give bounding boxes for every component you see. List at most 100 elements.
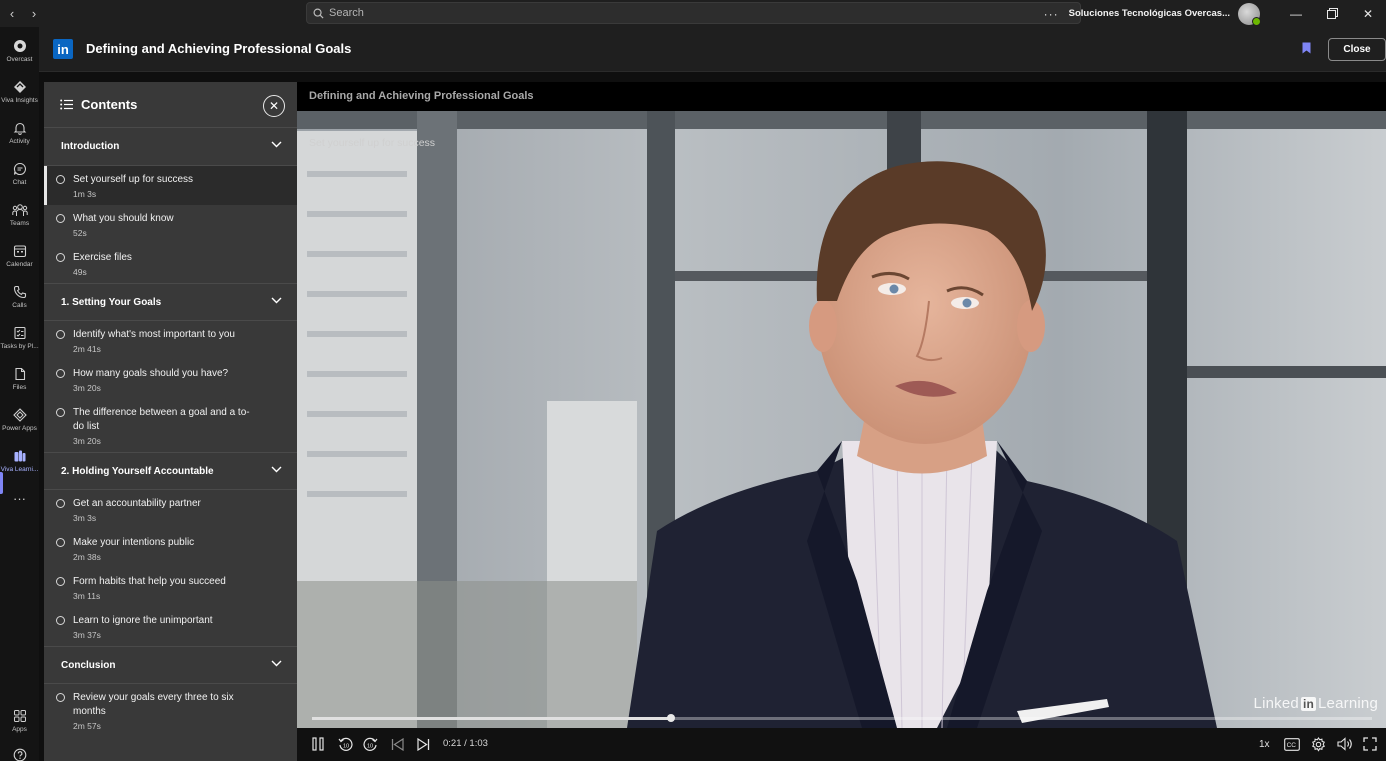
previous-icon[interactable]	[391, 736, 404, 752]
restore-icon[interactable]	[1314, 0, 1350, 27]
search-placeholder: Search	[329, 7, 364, 19]
rewind-10-icon[interactable]: 10	[338, 736, 353, 752]
rail-label: Viva Learni...	[0, 466, 39, 473]
item-title: Review your goals every three to six mon…	[73, 692, 234, 717]
list-item[interactable]: The difference between a goal and a to-d…	[44, 399, 297, 452]
item-title: Get an accountability partner	[73, 498, 201, 509]
page-title: Defining and Achieving Professional Goal…	[86, 41, 352, 56]
status-circle-icon	[56, 616, 65, 625]
rail-label: Calendar	[6, 261, 33, 268]
list-item[interactable]: Form habits that help you succeed 3m 11s	[44, 568, 297, 607]
playback-speed-button[interactable]: 1x	[1259, 736, 1270, 752]
section-header[interactable]: Introduction	[44, 128, 297, 166]
rail-item-activity[interactable]: Activity	[0, 120, 39, 145]
rail-label: Tasks by Pl...	[0, 343, 39, 350]
rail-item-apps[interactable]: Apps	[0, 708, 39, 733]
item-duration: 3m 20s	[73, 383, 101, 393]
svg-text:10: 10	[343, 743, 349, 749]
power-apps-icon	[12, 407, 28, 423]
rail-item-viva-insights[interactable]: Viva Insights	[0, 79, 39, 104]
chevron-down-icon	[271, 660, 282, 667]
forward-10-icon[interactable]: 10	[363, 736, 378, 752]
rail-item-tasks[interactable]: Tasks by Pl...	[0, 325, 39, 350]
watermark-text-learning: Learning	[1318, 695, 1378, 712]
rail-item-power-apps[interactable]: Power Apps	[0, 407, 39, 432]
volume-icon[interactable]	[1337, 736, 1353, 752]
history-nav: ‹ ›	[0, 6, 44, 21]
close-button[interactable]: Close	[1328, 38, 1386, 61]
avatar[interactable]	[1238, 2, 1261, 26]
item-title: Learn to ignore the unimportant	[73, 615, 213, 626]
fullscreen-icon[interactable]	[1363, 736, 1377, 752]
search-input[interactable]: Search	[306, 2, 1081, 24]
captions-icon[interactable]: CC	[1284, 736, 1300, 752]
bookmark-icon[interactable]	[1302, 42, 1311, 54]
section-title: Introduction	[61, 141, 120, 152]
status-circle-icon	[56, 330, 65, 339]
watermark-in-logo: in	[1300, 697, 1317, 711]
item-duration: 49s	[73, 267, 87, 277]
rail-more[interactable]: ···	[0, 490, 39, 506]
list-item[interactable]: Make your intentions public 2m 38s	[44, 529, 297, 568]
item-duration: 3m 20s	[73, 436, 101, 446]
video-still-image	[297, 111, 1386, 728]
rail-label: Activity	[9, 138, 30, 145]
video-frame[interactable]: Set yourself up for success Linked in Lear…	[297, 111, 1386, 728]
rail-label: Teams	[9, 220, 30, 227]
apps-grid-icon	[12, 708, 28, 724]
more-apps-icon: ···	[13, 490, 26, 506]
settings-gear-icon[interactable]	[1311, 736, 1326, 752]
forward-arrow-icon[interactable]: ›	[28, 6, 40, 21]
teams-icon	[11, 202, 28, 218]
next-icon[interactable]	[417, 736, 430, 752]
progress-bar[interactable]	[312, 714, 1372, 722]
time-readout: 0:21 / 1:03	[443, 738, 488, 749]
rail-item-chat[interactable]: Chat	[0, 161, 39, 186]
rail-item-calls[interactable]: Calls	[0, 284, 39, 309]
video-course-title: Defining and Achieving Professional Goal…	[309, 90, 534, 102]
title-bar-right: ··· Soluciones Tecnológicas Overcas... —…	[1044, 0, 1386, 27]
list-item[interactable]: Exercise files 49s	[44, 244, 297, 283]
rail-label: Chat	[12, 179, 27, 186]
rail-item-viva-learning[interactable]: Viva Learni...	[0, 448, 39, 473]
list-item[interactable]: What you should know 52s	[44, 205, 297, 244]
rail-label: Apps	[12, 726, 27, 733]
item-duration: 2m 57s	[73, 721, 101, 731]
help-icon	[12, 747, 28, 761]
rail-label: Files	[12, 384, 27, 391]
section-header[interactable]: 2. Holding Yourself Accountable	[44, 452, 297, 490]
org-name[interactable]: Soluciones Tecnológicas Overcas...	[1069, 8, 1230, 19]
rail-item-files[interactable]: Files	[0, 366, 39, 391]
rail-label: Calls	[12, 302, 27, 309]
status-circle-icon	[56, 369, 65, 378]
rail-help[interactable]	[0, 747, 39, 761]
list-item[interactable]: Set yourself up for success 1m 3s	[44, 166, 297, 205]
status-circle-icon	[56, 214, 65, 223]
section-header[interactable]: Conclusion	[44, 646, 297, 684]
list-item[interactable]: Review your goals every three to six mon…	[44, 684, 297, 737]
close-contents-icon[interactable]: ✕	[263, 95, 285, 117]
item-title: Make your intentions public	[73, 537, 195, 548]
section-header[interactable]: 1. Setting Your Goals	[44, 283, 297, 321]
close-window-icon[interactable]: ✕	[1350, 0, 1386, 27]
linkedin-logo-icon: in	[53, 39, 73, 59]
title-bar: ‹ › Search ··· Soluciones Tecnológicas O…	[0, 0, 1386, 27]
app-rail: Overcast Viva Insights Activity Chat Tea…	[0, 27, 39, 761]
list-item[interactable]: Identify what's most important to you 2m…	[44, 321, 297, 360]
back-arrow-icon[interactable]: ‹	[6, 6, 18, 21]
list-item[interactable]: How many goals should you have? 3m 20s	[44, 360, 297, 399]
minimize-icon[interactable]: —	[1278, 0, 1314, 27]
list-item[interactable]: Get an accountability partner 3m 3s	[44, 490, 297, 529]
svg-text:10: 10	[367, 743, 373, 749]
rail-label: Power Apps	[2, 425, 37, 432]
list-item[interactable]: Learn to ignore the unimportant 3m 37s	[44, 607, 297, 646]
rail-item-calendar[interactable]: Calendar	[0, 243, 39, 268]
svg-text:CC: CC	[1287, 742, 1297, 749]
pause-icon[interactable]	[312, 736, 324, 752]
rail-item-overcast[interactable]: Overcast	[0, 38, 39, 63]
list-icon	[60, 99, 73, 110]
player-controls: 10 10 0:21 / 1:03 1x CC	[297, 728, 1386, 761]
rail-item-teams[interactable]: Teams	[0, 202, 39, 227]
more-options-icon[interactable]: ···	[1044, 7, 1059, 21]
status-circle-icon	[56, 408, 65, 417]
